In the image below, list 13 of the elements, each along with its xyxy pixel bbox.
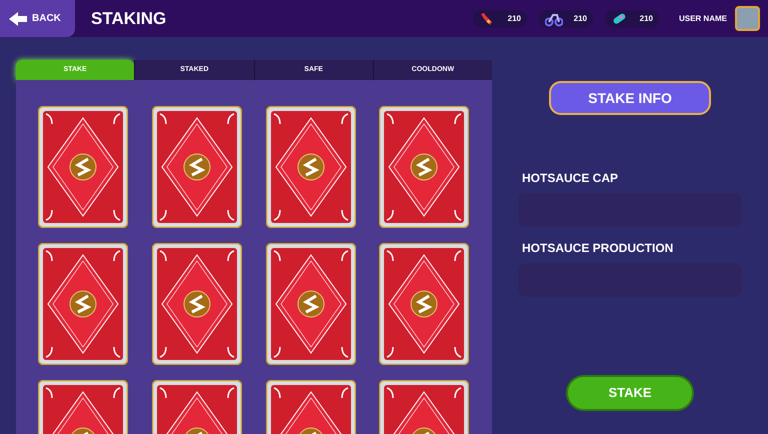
avatar-placeholder[interactable] (735, 6, 760, 31)
stake-info-button[interactable]: STAKE INFO (549, 81, 711, 115)
currency-amount: 210 (640, 12, 653, 24)
field-label: HOTSAUCE PRODUCTION (521, 240, 674, 257)
field-label: HOTSAUCE CAP (521, 170, 620, 187)
currency-amount: 210 (508, 12, 521, 24)
arrow-icon (8, 10, 28, 26)
page-title: STAKING (91, 8, 166, 30)
bottle-icon (478, 10, 495, 26)
user-name: USER NAME (678, 12, 727, 24)
currency-amount: 210 (574, 12, 587, 24)
capsule-icon (610, 10, 627, 26)
back-button[interactable]: BACK (0, 0, 75, 37)
